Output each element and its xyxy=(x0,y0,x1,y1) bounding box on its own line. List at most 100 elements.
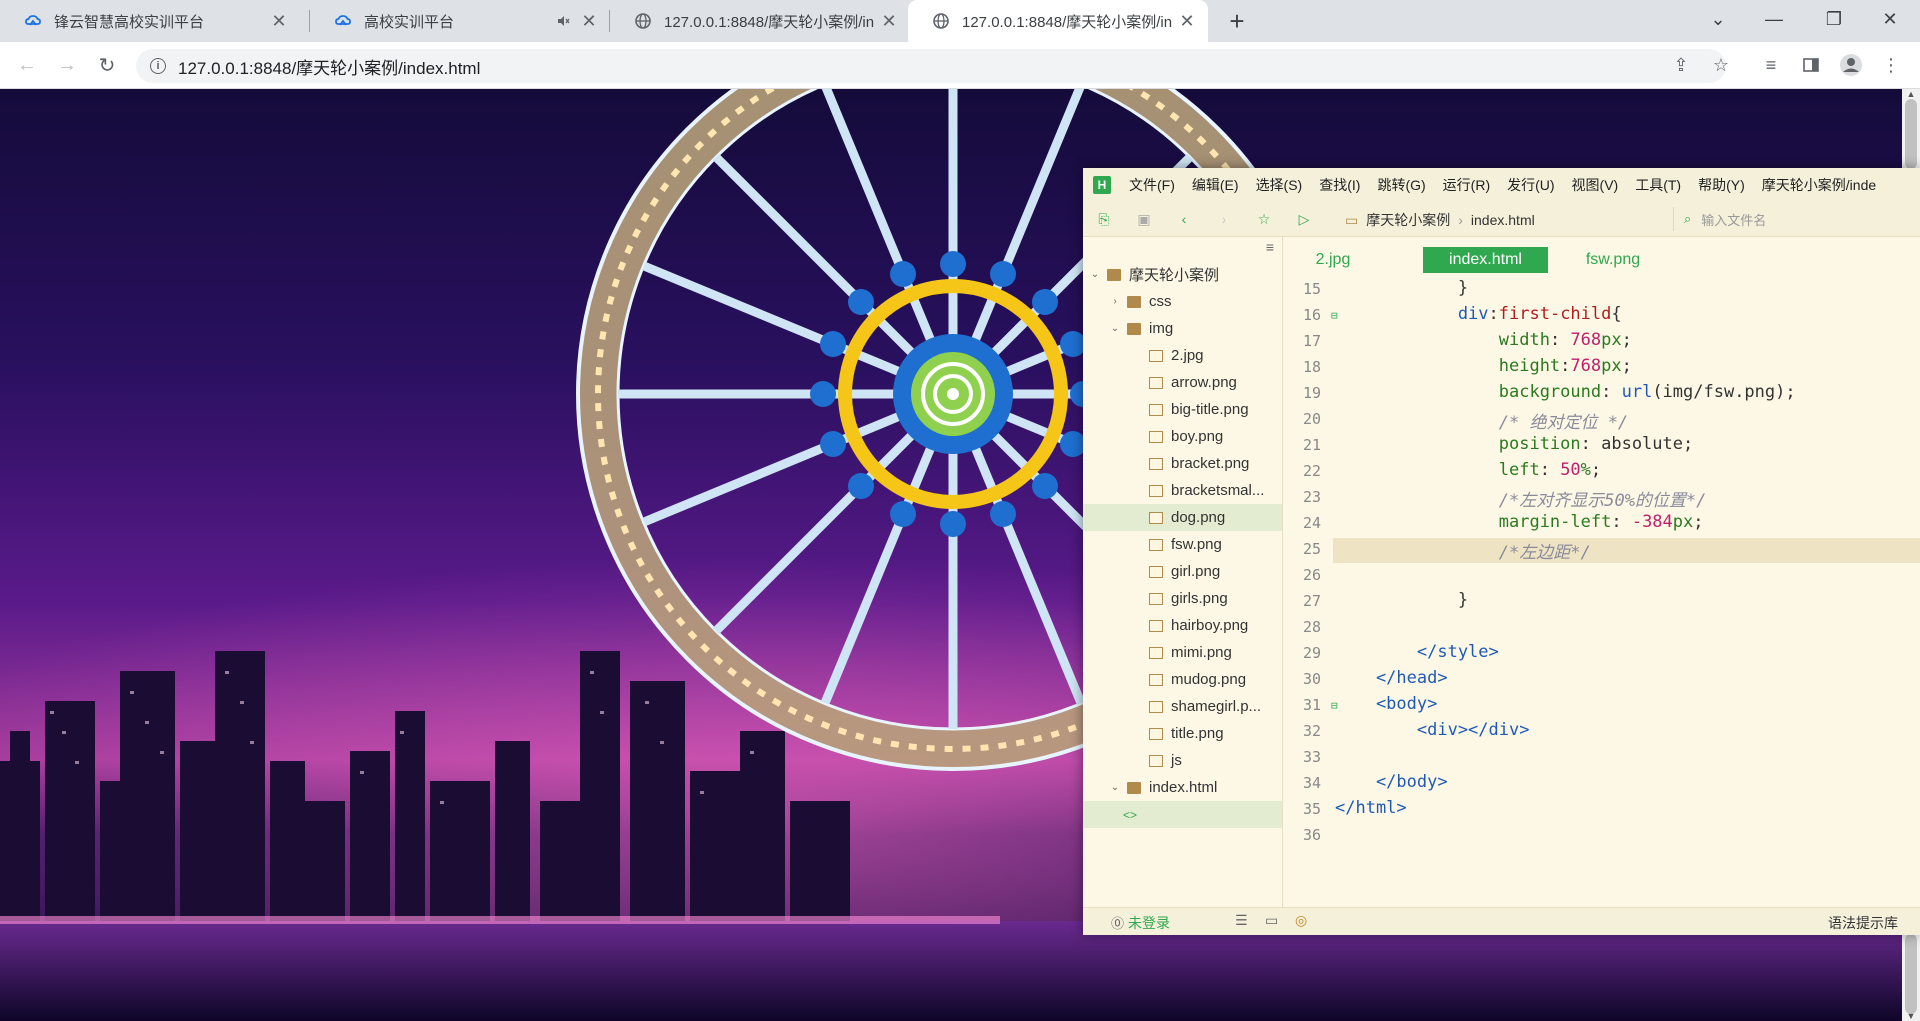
expand-arrow-icon[interactable]: ⌄ xyxy=(1109,782,1121,793)
breadcrumb-file[interactable]: index.html xyxy=(1471,212,1535,228)
reload-button[interactable]: ↻ xyxy=(92,50,122,80)
restore-button[interactable]: ❐ xyxy=(1806,0,1862,38)
editor-tab-index-html[interactable]: index.html xyxy=(1423,247,1548,273)
tree-label: big-title.png xyxy=(1171,401,1249,418)
menu-select[interactable]: 选择(S) xyxy=(1256,175,1303,195)
close-tab-icon[interactable]: ✕ xyxy=(578,10,600,32)
preview-icon[interactable]: ◎ xyxy=(1295,912,1307,929)
run-icon[interactable]: ▷ xyxy=(1295,210,1313,228)
tree-row[interactable]: big-title.png xyxy=(1083,396,1282,423)
editor-tab-2jpg[interactable]: 2.jpg xyxy=(1303,247,1363,273)
tree-row[interactable]: ⌄ img xyxy=(1083,315,1282,342)
reading-list-icon[interactable]: ≡ xyxy=(1756,50,1786,80)
menu-goto[interactable]: 跳转(G) xyxy=(1377,175,1425,195)
line-number: 27 xyxy=(1302,592,1321,610)
code-editor[interactable]: 15 } 16 ⊟ div:first-child{17 width: 768px;… xyxy=(1283,275,1920,907)
tree-row[interactable]: mimi.png xyxy=(1083,639,1282,666)
code-line: position: absolute; xyxy=(1335,434,1693,454)
menu-publish[interactable]: 发行(U) xyxy=(1507,175,1554,195)
save-icon[interactable]: ▣ xyxy=(1135,210,1153,228)
line-number: 28 xyxy=(1302,618,1321,636)
scrollbar-thumb[interactable] xyxy=(1905,99,1917,169)
terminal-icon[interactable]: ▭ xyxy=(1265,912,1278,929)
tree-row[interactable]: js xyxy=(1083,747,1282,774)
menu-run[interactable]: 运行(R) xyxy=(1443,175,1490,195)
close-tab-icon[interactable]: ✕ xyxy=(268,10,290,32)
close-tab-icon[interactable]: ✕ xyxy=(1176,10,1198,32)
bookmark-star-icon[interactable]: ☆ xyxy=(1706,50,1736,80)
close-window-button[interactable]: ✕ xyxy=(1862,0,1918,38)
browser-tab-0[interactable]: 锋云智慧高校实训平台 ✕ xyxy=(0,0,300,42)
code-line: height:768px; xyxy=(1335,356,1632,376)
tree-row[interactable]: bracketsmal... xyxy=(1083,477,1282,504)
minimize-button[interactable]: — xyxy=(1746,0,1802,38)
tree-row[interactable]: shamegirl.p... xyxy=(1083,693,1282,720)
tree-row[interactable]: ⌄ index.html xyxy=(1083,774,1282,801)
menu-file[interactable]: 文件(F) xyxy=(1129,175,1175,195)
tree-row[interactable]: ⌄ 摩天轮小案例 xyxy=(1083,261,1282,288)
code-line: margin-left: -384px; xyxy=(1335,512,1704,532)
tree-row[interactable]: fsw.png xyxy=(1083,531,1282,558)
collapse-arrow-icon[interactable]: › xyxy=(1109,296,1121,307)
kebab-menu-icon[interactable]: ⋮ xyxy=(1876,50,1906,80)
collapse-all-icon[interactable]: ≡ xyxy=(1266,239,1274,255)
line-number: 33 xyxy=(1302,748,1321,766)
profile-avatar-icon[interactable] xyxy=(1836,50,1866,80)
scroll-down-arrow-icon[interactable]: ▼ xyxy=(1905,1011,1917,1021)
code-line: <body> xyxy=(1335,694,1437,714)
line-number: 15 xyxy=(1302,280,1321,298)
side-panel-icon[interactable] xyxy=(1796,50,1826,80)
scrollbar-thumb-lower[interactable] xyxy=(1905,934,1917,1014)
tree-row-hovered[interactable]: dog.png xyxy=(1083,504,1282,531)
forward-arrow-icon[interactable]: › xyxy=(1215,210,1233,228)
close-tab-icon[interactable]: ✕ xyxy=(878,10,900,32)
breadcrumb: ▭ 摩天轮小案例 › index.html xyxy=(1345,210,1535,230)
menu-view[interactable]: 视图(V) xyxy=(1572,175,1619,195)
tree-row[interactable]: bracket.png xyxy=(1083,450,1282,477)
tab-search-icon[interactable]: ⌄ xyxy=(1690,0,1746,38)
tab-title: 127.0.0.1:8848/摩天轮小案例/in xyxy=(962,13,1173,31)
tree-row[interactable]: › css xyxy=(1083,288,1282,315)
tree-row[interactable]: title.png xyxy=(1083,720,1282,747)
expand-arrow-icon[interactable]: ⌄ xyxy=(1089,269,1101,280)
tree-row[interactable]: arrow.png xyxy=(1083,369,1282,396)
tree-row[interactable]: hairboy.png xyxy=(1083,612,1282,639)
browser-tab-1[interactable]: 高校实训平台 ✕ xyxy=(310,0,610,42)
menu-edit[interactable]: 编辑(E) xyxy=(1192,175,1239,195)
address-bar[interactable]: i 127.0.0.1:8848/摩天轮小案例/index.html xyxy=(136,49,1726,83)
new-file-icon[interactable]: ⎘ xyxy=(1095,210,1113,228)
syntax-hint-link[interactable]: 语法提示库 xyxy=(1828,913,1898,933)
file-search-input[interactable]: ⌕ 输入文件名 xyxy=(1673,207,1920,231)
favorite-star-icon[interactable]: ☆ xyxy=(1255,210,1273,228)
menu-find[interactable]: 查找(I) xyxy=(1319,175,1360,195)
site-info-icon[interactable]: i xyxy=(150,58,166,74)
menu-help[interactable]: 帮助(Y) xyxy=(1698,175,1745,195)
share-icon[interactable]: ⇪ xyxy=(1666,50,1696,80)
code-token: 768 xyxy=(1570,356,1602,376)
code-token: ; xyxy=(1590,460,1602,480)
menu-tools[interactable]: 工具(T) xyxy=(1635,175,1681,195)
tab-title: 127.0.0.1:8848/摩天轮小案例/in xyxy=(664,13,875,31)
hbuilder-toolbar: ⎘ ▣ ‹ › ☆ ▷ ▭ 摩天轮小案例 › index.html ⌕ 输入文件… xyxy=(1083,202,1920,237)
back-button[interactable]: ← xyxy=(12,50,42,80)
tree-row[interactable]: mudog.png xyxy=(1083,666,1282,693)
new-tab-button[interactable]: + xyxy=(1222,6,1252,36)
user-icon[interactable]: ⓪ xyxy=(1111,913,1124,932)
breadcrumb-project[interactable]: 摩天轮小案例 xyxy=(1366,210,1450,230)
expand-arrow-icon[interactable]: ⌄ xyxy=(1109,323,1121,334)
tree-row[interactable]: boy.png xyxy=(1083,423,1282,450)
login-status[interactable]: 未登录 xyxy=(1128,913,1170,933)
scroll-up-arrow-icon[interactable]: ▲ xyxy=(1905,89,1917,99)
browser-tab-3-active[interactable]: 127.0.0.1:8848/摩天轮小案例/in ✕ xyxy=(908,0,1208,42)
tree-row-selected[interactable]: <> xyxy=(1083,801,1282,828)
editor-tab-fsw-png[interactable]: fsw.png xyxy=(1568,247,1658,273)
speaker-icon[interactable] xyxy=(552,10,574,32)
code-token: div xyxy=(1335,304,1489,324)
list-icon[interactable]: ☰ xyxy=(1235,912,1248,929)
tree-row[interactable]: girls.png xyxy=(1083,585,1282,612)
tree-row[interactable]: girl.png xyxy=(1083,558,1282,585)
tree-row[interactable]: 2.jpg xyxy=(1083,342,1282,369)
forward-button[interactable]: → xyxy=(52,50,82,80)
browser-tab-2[interactable]: 127.0.0.1:8848/摩天轮小案例/in ✕ xyxy=(610,0,910,42)
back-arrow-icon[interactable]: ‹ xyxy=(1175,210,1193,228)
